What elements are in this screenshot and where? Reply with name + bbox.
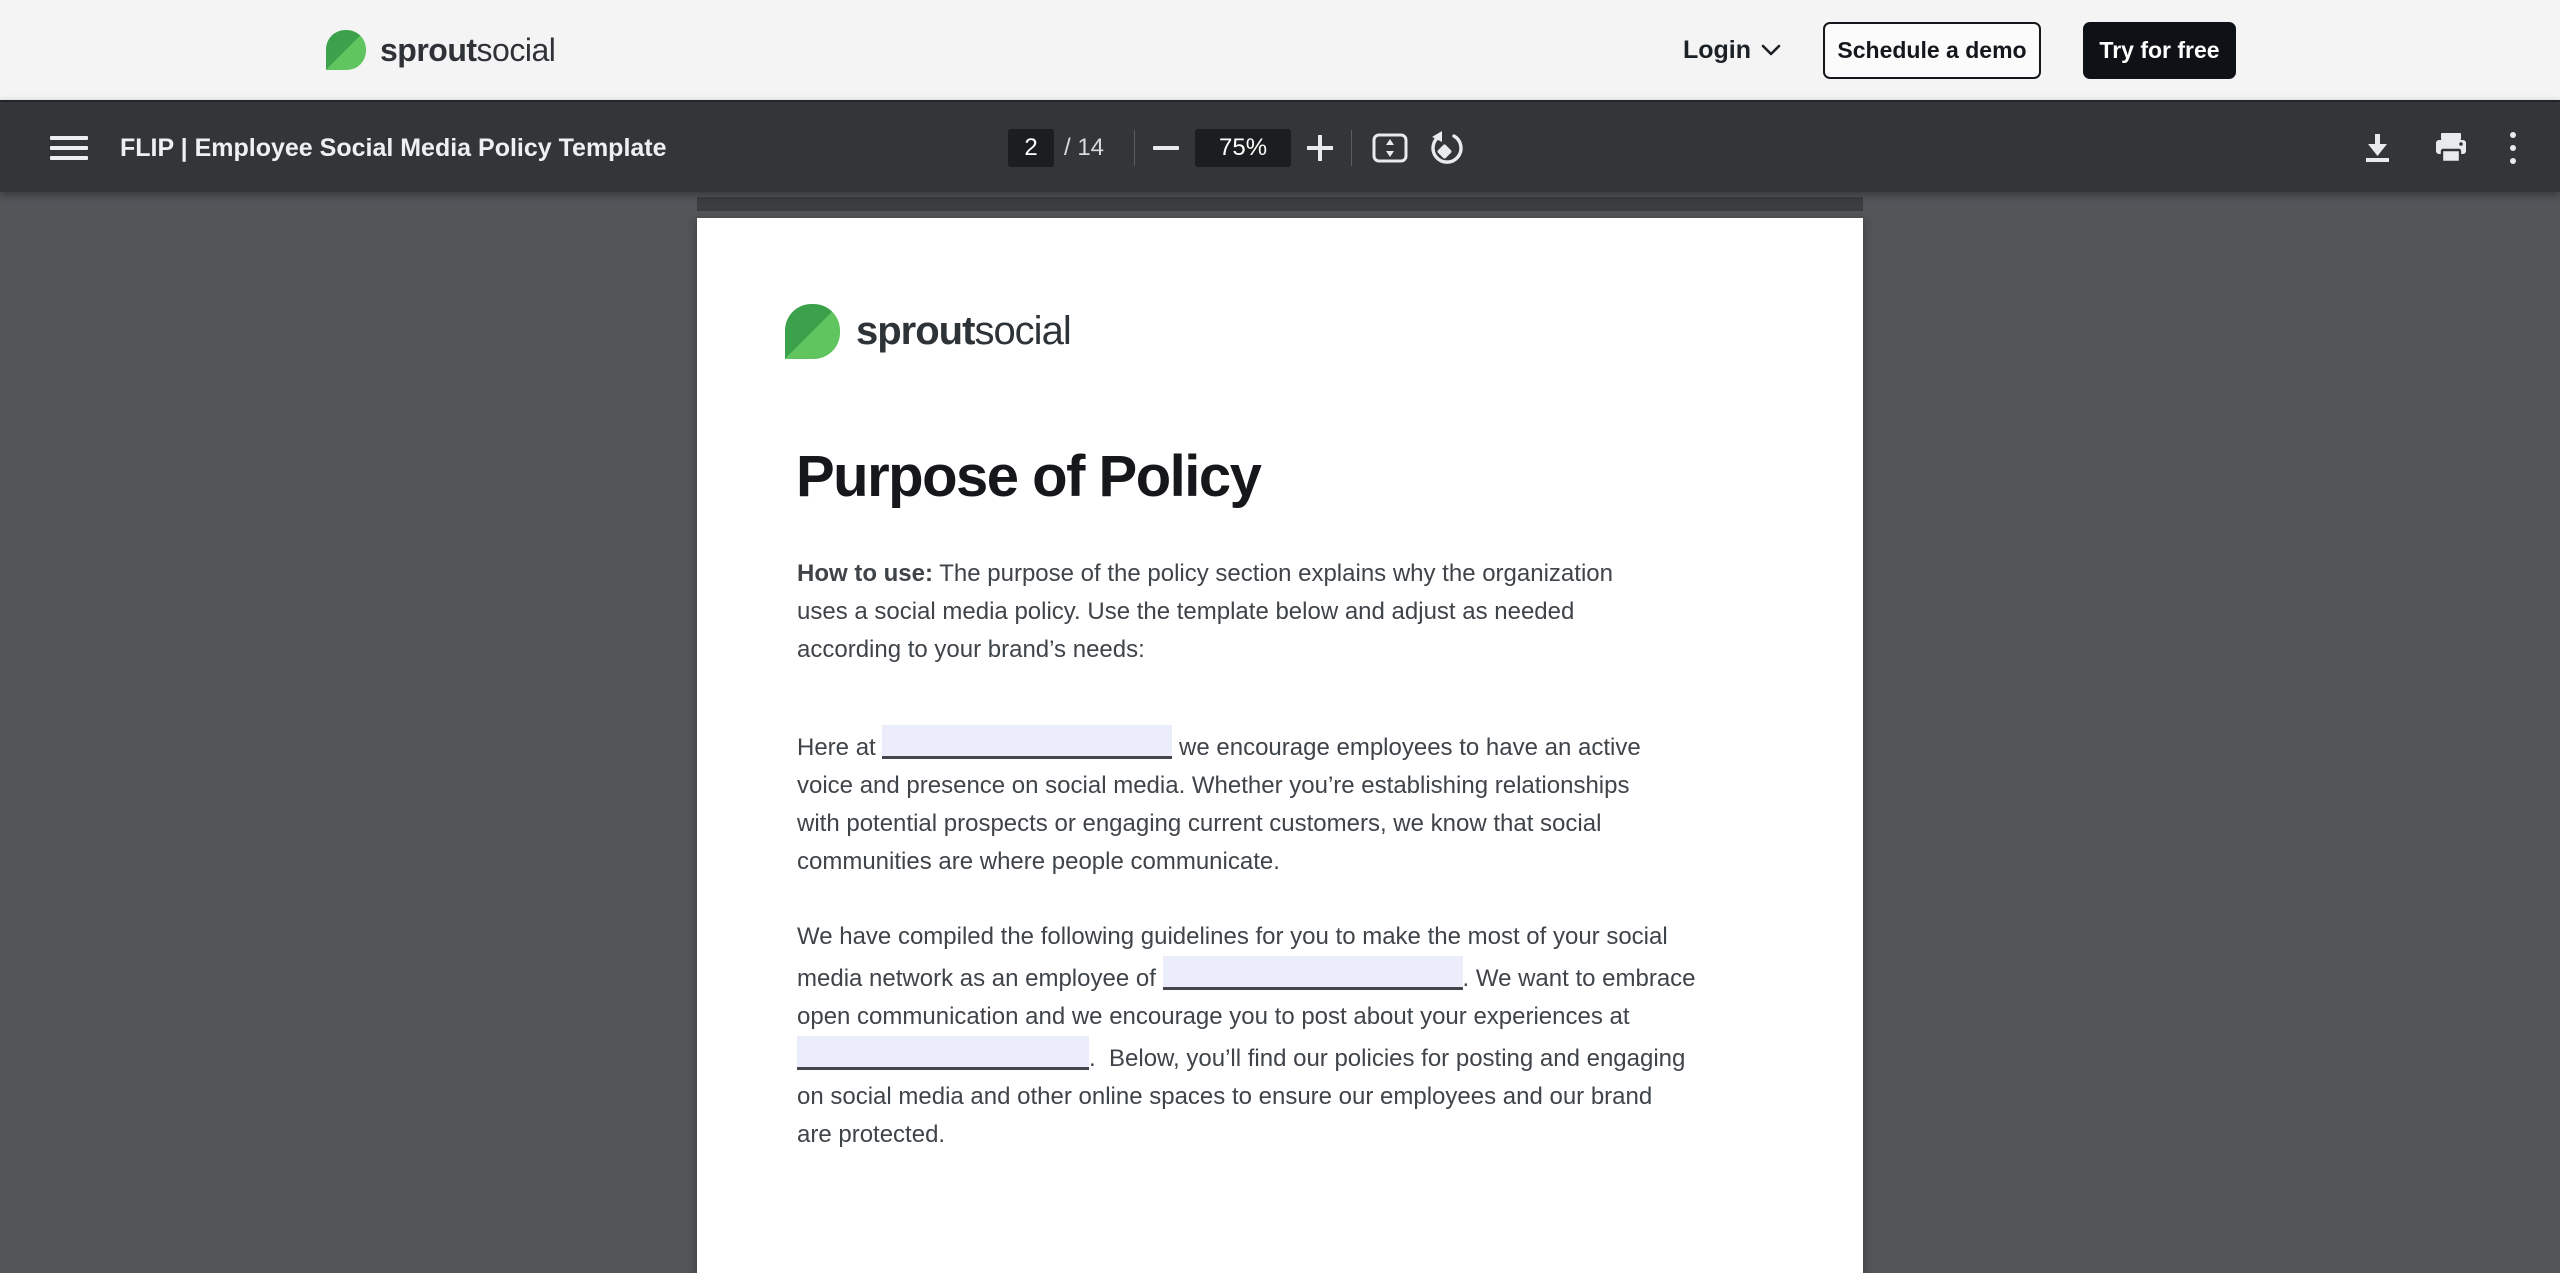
schedule-demo-button[interactable]: Schedule a demo [1823, 21, 2041, 79]
doc-paragraphs: How to use: The purpose of the policy se… [797, 555, 1807, 1154]
fill-in-blank-field[interactable] [1162, 956, 1463, 990]
print-icon[interactable] [2434, 132, 2468, 164]
doc-text: according to your brand’s needs: [797, 636, 1145, 663]
toolbar-divider [1134, 130, 1136, 166]
sprout-leaf-icon [326, 30, 366, 70]
doc-text: . We want to embrace [1462, 965, 1696, 992]
doc-text: How to use: [797, 560, 933, 587]
fill-in-blank-field[interactable] [882, 725, 1173, 759]
login-menu[interactable]: Login [1683, 36, 1781, 65]
zoom-in-icon[interactable] [1307, 135, 1334, 161]
doc-text: open communication and we encourage you … [797, 1003, 1630, 1030]
document-heading: Purpose of Policy [796, 444, 1262, 509]
doc-text: are protected. [797, 1121, 946, 1148]
document-title: FLIP | Employee Social Media Policy Temp… [120, 133, 667, 162]
doc-text: communities are where people communicate… [797, 848, 1280, 875]
doc-text: We have compiled the following guideline… [797, 923, 1668, 950]
fit-to-page-icon[interactable] [1372, 132, 1408, 164]
doc-text: on social media and other online spaces … [797, 1083, 1653, 1110]
rotate-counterclockwise-icon[interactable] [1430, 131, 1464, 165]
download-icon[interactable] [2362, 132, 2392, 164]
sprout-leaf-icon [785, 304, 840, 359]
doc-text: Here at [797, 734, 883, 761]
brand-wordmark: sproutsocial [380, 31, 556, 69]
toolbar-left: FLIP | Employee Social Media Policy Temp… [50, 102, 667, 194]
login-label: Login [1682, 35, 1751, 64]
doc-paragraph: Here at we encourage employees to have a… [797, 725, 1807, 881]
doc-text: voice and presence on social media. Whet… [797, 772, 1630, 799]
doc-text: uses a social media policy. Use the temp… [797, 598, 1575, 625]
doc-paragraph: We have compiled the following guideline… [797, 918, 1807, 1154]
hamburger-menu-icon[interactable] [50, 136, 88, 160]
doc-text: we encourage employees to have an active [1172, 734, 1641, 761]
header-actions: Login Schedule a demo Try for free [1683, 0, 2236, 100]
doc-text: with potential prospects or engaging cur… [797, 810, 1602, 837]
try-for-free-button[interactable]: Try for free [2083, 21, 2236, 79]
zoom-level-display[interactable]: 75% [1195, 129, 1292, 167]
doc-text: The purpose of the policy section explai… [933, 560, 1613, 587]
brand-wordmark-bold: sprout [380, 31, 477, 68]
pdf-viewer-area[interactable]: sproutsocial Purpose of Policy How to us… [0, 192, 2560, 1273]
more-options-icon[interactable] [2510, 132, 2516, 164]
doc-text: . Below, you’ll find our policies for po… [1089, 1045, 1686, 1072]
document-brand-bold: sprout [856, 309, 975, 353]
toolbar-right-controls [2362, 102, 2516, 194]
zoom-out-icon[interactable] [1153, 146, 1180, 150]
document-brand-light: social [974, 309, 1071, 353]
sprout-social-logo[interactable]: sproutsocial [326, 0, 556, 100]
doc-text: media network as an employee of [797, 965, 1163, 992]
chevron-down-icon [1761, 43, 1781, 57]
page-number-input[interactable] [1008, 129, 1054, 167]
document-brand-wordmark: sproutsocial [856, 309, 1072, 354]
page-count-label: / 14 [1064, 134, 1105, 161]
site-header: sproutsocial Login Schedule a demo Try f… [0, 0, 2560, 100]
brand-wordmark-light: social [476, 31, 556, 68]
fill-in-blank-field[interactable] [797, 1036, 1089, 1070]
page-gap-shadow [697, 197, 1863, 211]
pdf-viewer-toolbar: FLIP | Employee Social Media Policy Temp… [0, 100, 2560, 192]
doc-paragraph: How to use: The purpose of the policy se… [797, 555, 1807, 669]
toolbar-center-controls: / 14 75% [1008, 102, 1464, 194]
toolbar-divider [1351, 130, 1353, 166]
pdf-page: sproutsocial Purpose of Policy How to us… [697, 218, 1863, 1273]
document-sprout-logo: sproutsocial [785, 304, 1072, 359]
